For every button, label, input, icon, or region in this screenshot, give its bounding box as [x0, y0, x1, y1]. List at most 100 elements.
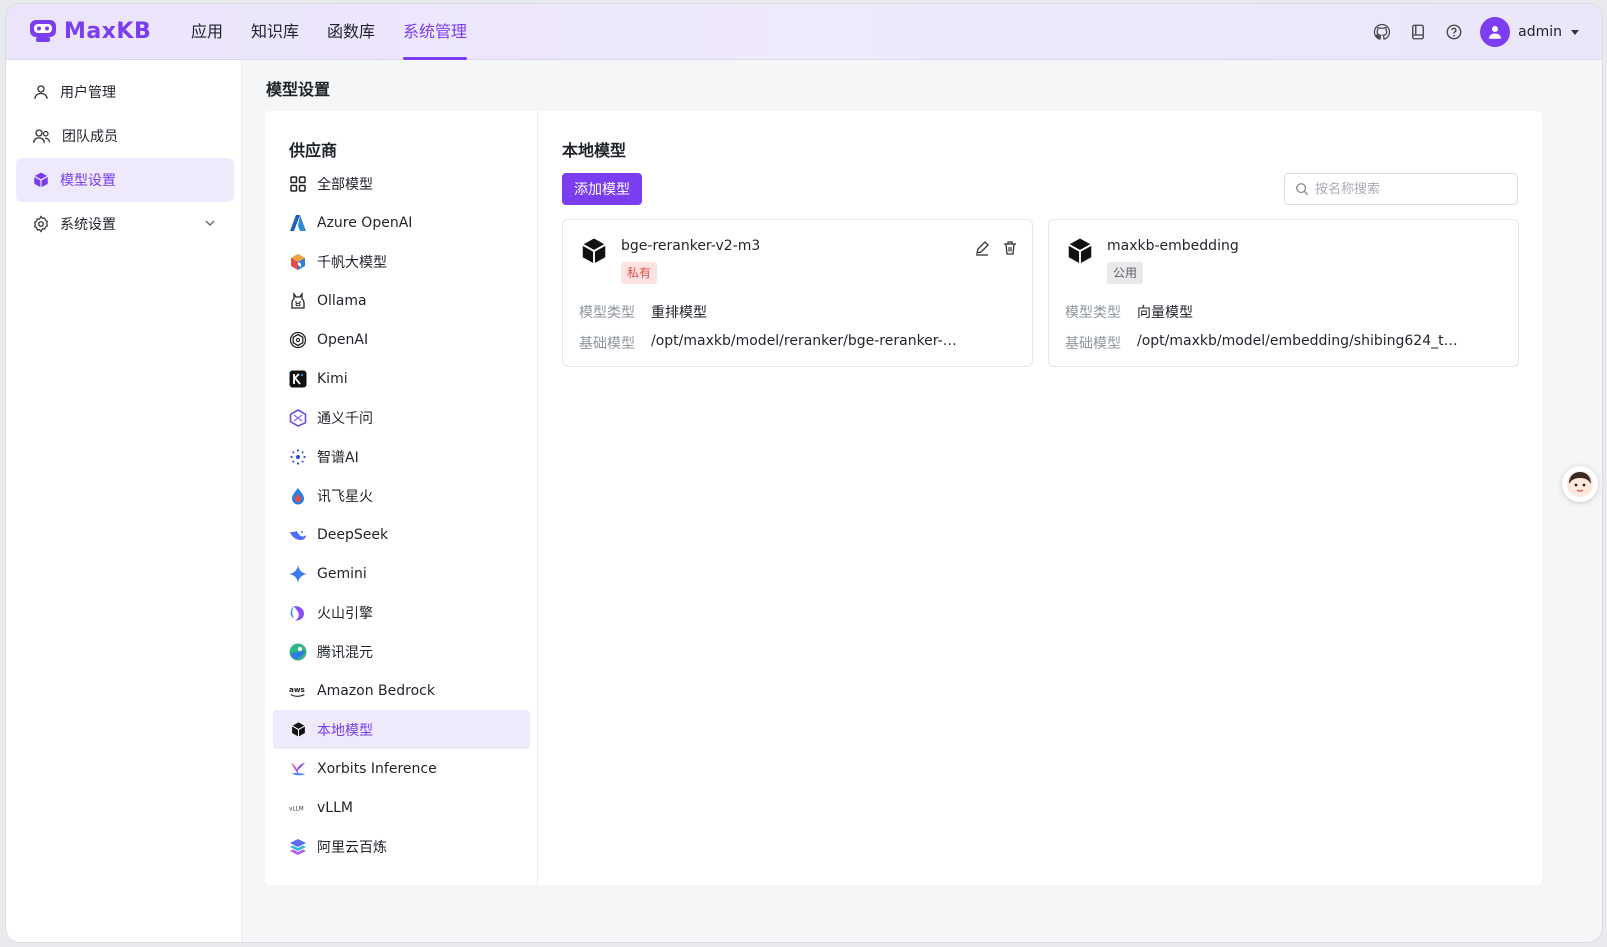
provider-item-label: 智谱AI	[317, 449, 359, 466]
maxkb-logo-icon	[30, 20, 56, 42]
model-type-label: 模型类型	[1065, 305, 1121, 321]
provider-item-hunyuan[interactable]: 腾讯混元	[273, 632, 530, 671]
provider-item-ollama[interactable]: Ollama	[273, 281, 530, 320]
provider-item-label: 全部模型	[317, 176, 373, 193]
base-model-label: 基础模型	[1065, 336, 1121, 352]
sidebar-item-models[interactable]: 模型设置	[16, 158, 234, 202]
kimi-icon	[289, 370, 307, 387]
search-input[interactable]	[1315, 181, 1505, 197]
nav-knowledge[interactable]: 知识库	[251, 4, 299, 60]
provider-item-vllm[interactable]: vLLM vLLM	[273, 788, 530, 827]
main-panel: 供应商 全部模型 Azure OpenAI 千帆大模型 Ollama OpenA…	[265, 111, 1542, 885]
provider-item-label: Gemini	[317, 565, 367, 582]
provider-item-deepseek[interactable]: DeepSeek	[273, 515, 530, 554]
edit-icon[interactable]	[974, 240, 990, 256]
aws-icon: aws	[289, 684, 305, 697]
provider-item-label: 阿里云百炼	[317, 839, 387, 856]
provider-item-zhipu[interactable]: 智谱AI	[273, 437, 530, 476]
provider-item-label: DeepSeek	[317, 526, 389, 543]
nav-system[interactable]: 系统管理	[403, 4, 468, 60]
provider-item-label: 通义千问	[317, 410, 373, 427]
model-cube-icon	[582, 238, 606, 264]
page-title: 模型设置	[266, 80, 331, 99]
gear-icon	[33, 215, 49, 233]
top-right-tools: admin	[1372, 4, 1580, 60]
sidebar: 用户管理 团队成员 模型设置 系统设置	[6, 60, 242, 942]
nav-functions[interactable]: 函数库	[327, 4, 375, 60]
provider-item-bailian[interactable]: 阿里云百炼	[273, 827, 530, 866]
app-name: MaxKB	[64, 18, 152, 44]
private-tag: 私有	[621, 262, 658, 284]
grid-icon	[290, 175, 306, 192]
provider-item-volcano[interactable]: 火山引擎	[273, 593, 530, 632]
provider-item-tongyi[interactable]: 通义千问	[273, 398, 530, 437]
nav-apps[interactable]: 应用	[191, 4, 223, 60]
provider-item-label: 本地模型	[317, 722, 373, 739]
provider-item-local[interactable]: 本地模型	[273, 710, 530, 749]
model-name: maxkb-embedding	[1107, 238, 1239, 254]
provider-item-label: vLLM	[317, 799, 353, 816]
provider-item-aws[interactable]: aws Amazon Bedrock	[273, 671, 530, 710]
user-name: admin	[1518, 24, 1562, 40]
sidebar-item-label: 系统设置	[60, 217, 116, 233]
xunfei-icon	[292, 487, 304, 504]
base-model-row: 基础模型 /opt/maxkb/model/embedding/shibing6…	[1065, 333, 1458, 353]
gemini-icon	[289, 564, 307, 583]
team-icon	[33, 129, 51, 143]
search-box	[1284, 173, 1518, 205]
provider-item-gemini[interactable]: Gemini	[273, 554, 530, 593]
app-window: MaxKB 应用 知识库 函数库 系统管理 admin 用户管理 团队成员 模型…	[6, 4, 1602, 942]
help-icon[interactable]	[1444, 22, 1464, 42]
caret-down-icon	[1571, 30, 1579, 35]
avatar	[1480, 17, 1511, 47]
assistant-avatar-button[interactable]	[1562, 466, 1598, 502]
model-type-label: 模型类型	[579, 305, 635, 321]
base-model-row: 基础模型 /opt/maxkb/model/reranker/bge-reran…	[579, 333, 957, 353]
svg-text:vLLM: vLLM	[289, 806, 304, 812]
provider-item-kimi[interactable]: Kimi	[273, 359, 530, 398]
github-icon[interactable]	[1372, 22, 1392, 42]
qianfan-icon	[291, 253, 305, 270]
model-card-embedding[interactable]: maxkb-embedding 公用 模型类型 向量模型 基础模型 /opt/m…	[1048, 219, 1519, 367]
deepseek-icon	[290, 530, 306, 540]
hunyuan-icon	[289, 643, 307, 660]
provider-item-azure[interactable]: Azure OpenAI	[273, 203, 530, 242]
provider-item-label: 火山引擎	[317, 605, 373, 622]
base-model-label: 基础模型	[579, 336, 635, 352]
provider-item-label: Xorbits Inference	[317, 760, 437, 777]
bailian-icon	[290, 838, 306, 855]
base-model-value: /opt/maxkb/model/embedding/shibing624_t…	[1137, 333, 1458, 349]
add-model-button[interactable]: 添加模型	[562, 173, 642, 205]
public-tag: 公用	[1107, 262, 1144, 284]
provider-list-title: 供应商	[289, 141, 338, 160]
user-menu[interactable]: admin	[1480, 17, 1580, 47]
card-actions	[974, 240, 1018, 256]
sidebar-item-system-settings[interactable]: 系统设置	[16, 202, 234, 246]
search-icon	[1296, 183, 1309, 196]
sidebar-item-label: 用户管理	[60, 85, 116, 101]
provider-item-all[interactable]: 全部模型	[273, 164, 530, 203]
provider-item-label: 千帆大模型	[317, 254, 387, 271]
sidebar-item-label: 团队成员	[62, 129, 118, 145]
provider-item-qianfan[interactable]: 千帆大模型	[273, 242, 530, 281]
provider-item-openai[interactable]: OpenAI	[273, 320, 530, 359]
sidebar-item-team[interactable]: 团队成员	[16, 114, 234, 158]
provider-item-label: Kimi	[317, 370, 348, 387]
provider-item-xorbits[interactable]: Xorbits Inference	[273, 749, 530, 788]
ollama-icon	[291, 291, 305, 309]
provider-item-xunfei[interactable]: 讯飞星火	[273, 476, 530, 515]
assistant-face-icon	[1567, 471, 1593, 497]
logo[interactable]: MaxKB	[28, 18, 151, 44]
model-type-row: 模型类型 重排模型	[579, 302, 707, 322]
book-icon[interactable]	[1408, 22, 1428, 42]
delete-icon[interactable]	[1002, 240, 1018, 256]
sidebar-item-users[interactable]: 用户管理	[16, 70, 234, 114]
cube-icon	[33, 172, 49, 188]
provider-list: 供应商 全部模型 Azure OpenAI 千帆大模型 Ollama OpenA…	[265, 111, 538, 885]
model-card-reranker[interactable]: bge-reranker-v2-m3 私有 模型类型 重排模型 基础模型 /op…	[562, 219, 1033, 367]
top-bar: MaxKB 应用 知识库 函数库 系统管理 admin	[6, 4, 1602, 60]
svg-text:aws: aws	[289, 684, 305, 693]
vllm-icon: vLLM	[289, 806, 304, 812]
model-type-value: 向量模型	[1137, 305, 1193, 321]
model-cube-icon	[1068, 238, 1092, 264]
